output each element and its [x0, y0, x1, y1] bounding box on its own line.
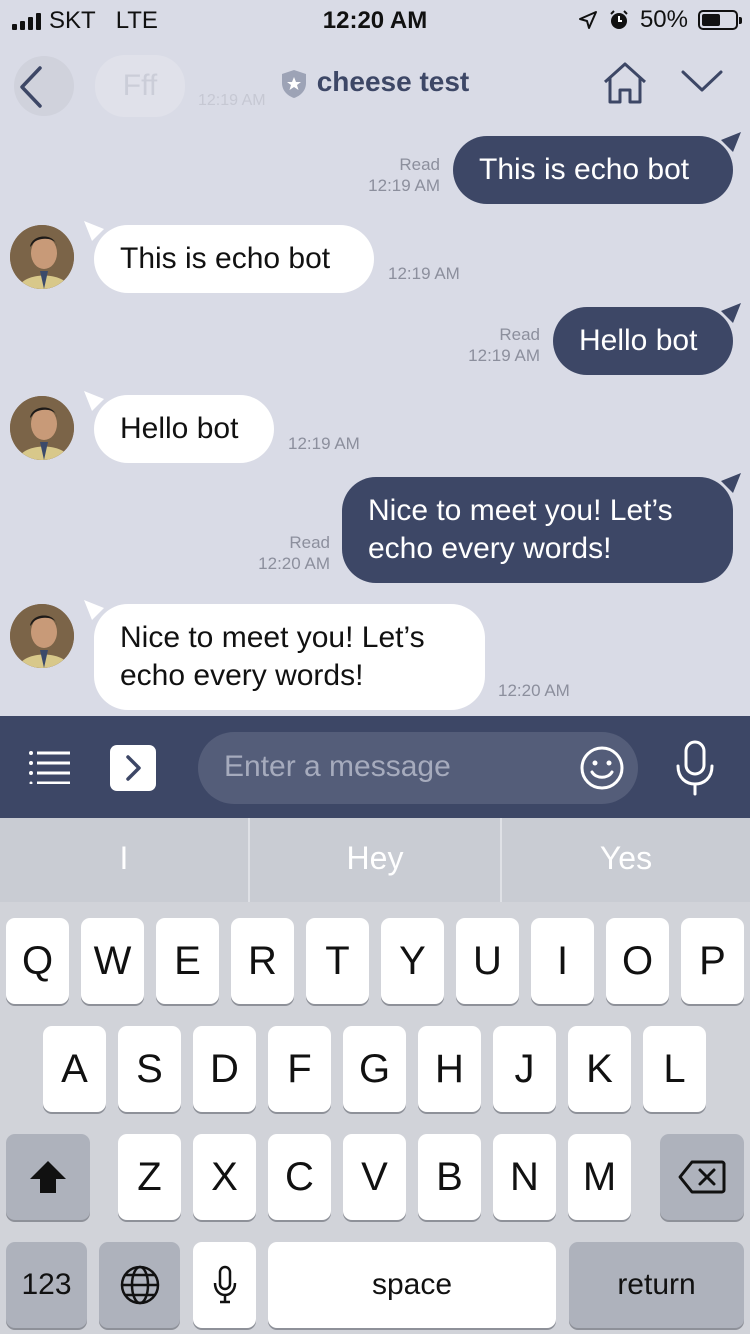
microphone-icon[interactable]: [672, 740, 718, 796]
globe-key[interactable]: [99, 1242, 180, 1328]
numbers-key[interactable]: 123: [6, 1242, 87, 1328]
key-s[interactable]: S: [118, 1026, 181, 1112]
location-icon: [578, 11, 597, 29]
message-list[interactable]: Read 12:19 AM This is echo bot This is ec…: [0, 130, 750, 716]
key-m[interactable]: M: [568, 1134, 631, 1220]
key-w[interactable]: W: [81, 918, 144, 1004]
key-l[interactable]: L: [643, 1026, 706, 1112]
message-placeholder: Enter a message: [224, 750, 451, 783]
menu-icon[interactable]: [28, 750, 72, 784]
message-time: 12:19 AM: [388, 264, 460, 283]
outgoing-message[interactable]: This is echo bot: [453, 132, 741, 204]
keyboard: I Hey Yes Q W E R T Y U I O P A S D F G …: [0, 818, 750, 1334]
key-e[interactable]: E: [156, 918, 219, 1004]
key-d[interactable]: D: [193, 1026, 256, 1112]
key-k[interactable]: K: [568, 1026, 631, 1112]
chat-header: Fff 12:19 AM cheese test: [0, 40, 750, 130]
key-g[interactable]: G: [343, 1026, 406, 1112]
incoming-message[interactable]: This is echo bot: [84, 221, 374, 293]
key-u[interactable]: U: [456, 918, 519, 1004]
read-receipt: Read 12:19 AM: [368, 155, 440, 195]
key-t[interactable]: T: [306, 918, 369, 1004]
key-n[interactable]: N: [493, 1134, 556, 1220]
key-i[interactable]: I: [531, 918, 594, 1004]
suggestion-item[interactable]: I: [0, 818, 248, 902]
key-b[interactable]: B: [418, 1134, 481, 1220]
chat-title-label: cheese test: [316, 66, 470, 97]
message-input-bar: Enter a message: [0, 716, 750, 818]
globe-icon: [120, 1265, 159, 1305]
shift-icon: [30, 1161, 66, 1193]
status-bar: SKT LTE 12:20 AM 50%: [0, 0, 750, 40]
suggestion-item[interactable]: Yes: [502, 818, 750, 902]
key-o[interactable]: O: [606, 918, 669, 1004]
shift-key[interactable]: [6, 1134, 90, 1220]
key-f[interactable]: F: [268, 1026, 331, 1112]
incoming-message[interactable]: Hello bot: [84, 391, 274, 463]
chevron-down-icon[interactable]: [680, 68, 724, 96]
backspace-key[interactable]: [660, 1134, 744, 1220]
message-input[interactable]: Enter a message: [198, 732, 638, 804]
message-time: 12:19 AM: [288, 434, 360, 453]
key-x[interactable]: X: [193, 1134, 256, 1220]
key-j[interactable]: J: [493, 1026, 556, 1112]
read-receipt: Read 12:20 AM: [258, 533, 330, 573]
key-h[interactable]: H: [418, 1026, 481, 1112]
avatar[interactable]: [10, 396, 74, 460]
return-key[interactable]: return: [569, 1242, 744, 1328]
emoji-icon[interactable]: [578, 744, 626, 792]
avatar[interactable]: [10, 225, 74, 289]
incoming-message[interactable]: Nice to meet you! Let’s echo every words…: [84, 600, 485, 710]
avatar[interactable]: [10, 604, 74, 668]
microphone-icon: [213, 1265, 236, 1304]
home-icon[interactable]: [600, 60, 650, 106]
message-time: 12:20 AM: [498, 681, 570, 700]
key-p[interactable]: P: [681, 918, 744, 1004]
suggestion-item[interactable]: Hey: [250, 818, 500, 902]
key-y[interactable]: Y: [381, 918, 444, 1004]
outgoing-message[interactable]: Nice to meet you! Let’s echo every words…: [342, 473, 741, 583]
suggestion-bar: I Hey Yes: [0, 818, 750, 902]
key-r[interactable]: R: [231, 918, 294, 1004]
key-c[interactable]: C: [268, 1134, 331, 1220]
outgoing-message[interactable]: Hello bot: [553, 303, 741, 375]
battery-percent: 50%: [639, 6, 688, 33]
key-z[interactable]: Z: [118, 1134, 181, 1220]
key-q[interactable]: Q: [6, 918, 69, 1004]
expand-arrow-button[interactable]: [110, 745, 156, 791]
key-v[interactable]: V: [343, 1134, 406, 1220]
alarm-icon: [610, 10, 628, 29]
key-a[interactable]: A: [43, 1026, 106, 1112]
space-key[interactable]: space: [268, 1242, 556, 1328]
backspace-icon: [678, 1160, 726, 1194]
shield-icon: [281, 69, 306, 98]
dictation-key[interactable]: [193, 1242, 256, 1328]
read-receipt: Read 12:19 AM: [468, 325, 540, 365]
battery-icon: [698, 10, 742, 30]
